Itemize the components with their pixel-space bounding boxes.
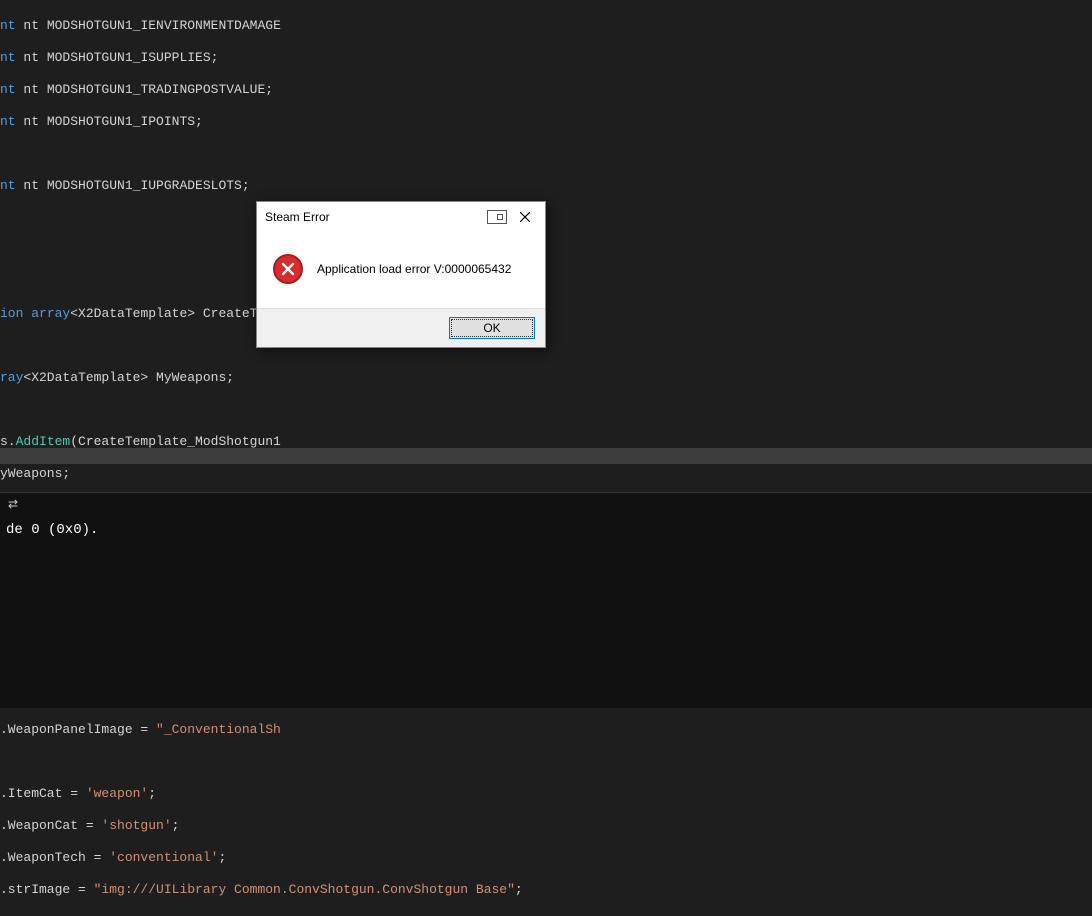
code-text: yWeapons; xyxy=(0,466,70,481)
keyword-int: nt xyxy=(0,18,16,33)
code-text: ; xyxy=(148,786,156,801)
code-text: .strImage = xyxy=(0,882,94,897)
keyword-int: nt xyxy=(0,114,16,129)
code-text: (CreateTemplate_ModShotgun1 xyxy=(70,434,281,449)
string-literal: "_ConventionalSh xyxy=(156,722,281,737)
string-literal: 'shotgun' xyxy=(101,818,171,833)
code-text: nt MODSHOTGUN1_TRADINGPOSTVALUE; xyxy=(23,82,273,97)
code-text: ; xyxy=(515,882,523,897)
dialog-body: Application load error V:0000065432 xyxy=(257,232,545,308)
keyword-int: nt xyxy=(0,50,16,65)
keyword-array: ray xyxy=(0,370,23,385)
code-text: <X2DataTemplate> xyxy=(70,306,195,321)
dialog-title: Steam Error xyxy=(265,210,487,224)
keyword-array: array xyxy=(31,306,70,321)
dialog-message: Application load error V:0000065432 xyxy=(317,262,511,276)
string-literal: "img:///UILibrary Common.ConvShotgun.Con… xyxy=(94,882,515,897)
code-text: nt MODSHOTGUN1_IENVIRONMENTDAMAGE xyxy=(23,18,280,33)
code-text: s. xyxy=(0,434,16,449)
close-button[interactable] xyxy=(513,205,537,229)
dialog-titlebar[interactable]: Steam Error xyxy=(257,202,545,232)
code-text: nt MODSHOTGUN1_IPOINTS; xyxy=(23,114,202,129)
code-text: .ItemCat = xyxy=(0,786,86,801)
current-line-highlight xyxy=(0,448,1092,464)
window-snap-icon[interactable] xyxy=(487,210,507,224)
code-text: <X2DataTemplate> MyWeapons; xyxy=(23,370,234,385)
method-call: AddItem xyxy=(16,434,71,449)
code-text: .WeaponTech = xyxy=(0,850,109,865)
dialog-footer: OK xyxy=(257,308,545,347)
error-icon xyxy=(273,254,303,284)
string-literal: 'weapon' xyxy=(86,786,148,801)
string-literal: 'conventional' xyxy=(109,850,218,865)
keyword-int: nt xyxy=(0,178,16,193)
code-text: ; xyxy=(218,850,226,865)
code-text: ; xyxy=(172,818,180,833)
code-text: .WeaponCat = xyxy=(0,818,101,833)
keyword-int: nt xyxy=(0,82,16,97)
code-text: nt MODSHOTGUN1_ISUPPLIES; xyxy=(23,50,218,65)
error-dialog: Steam Error Application load error V:000… xyxy=(256,201,546,348)
code-text: nt MODSHOTGUN1_IUPGRADESLOTS; xyxy=(23,178,249,193)
close-icon xyxy=(520,212,530,222)
output-text: de 0 (0x0). xyxy=(6,518,1086,538)
wrap-icon[interactable]: ⇄ xyxy=(6,497,20,512)
output-toolbar: ⇄ xyxy=(6,497,1086,512)
code-text: .WeaponPanelImage = xyxy=(0,722,156,737)
ok-button[interactable]: OK xyxy=(449,317,535,339)
keyword-function: ion xyxy=(0,306,23,321)
output-panel[interactable]: ⇄ de 0 (0x0). xyxy=(0,492,1092,708)
